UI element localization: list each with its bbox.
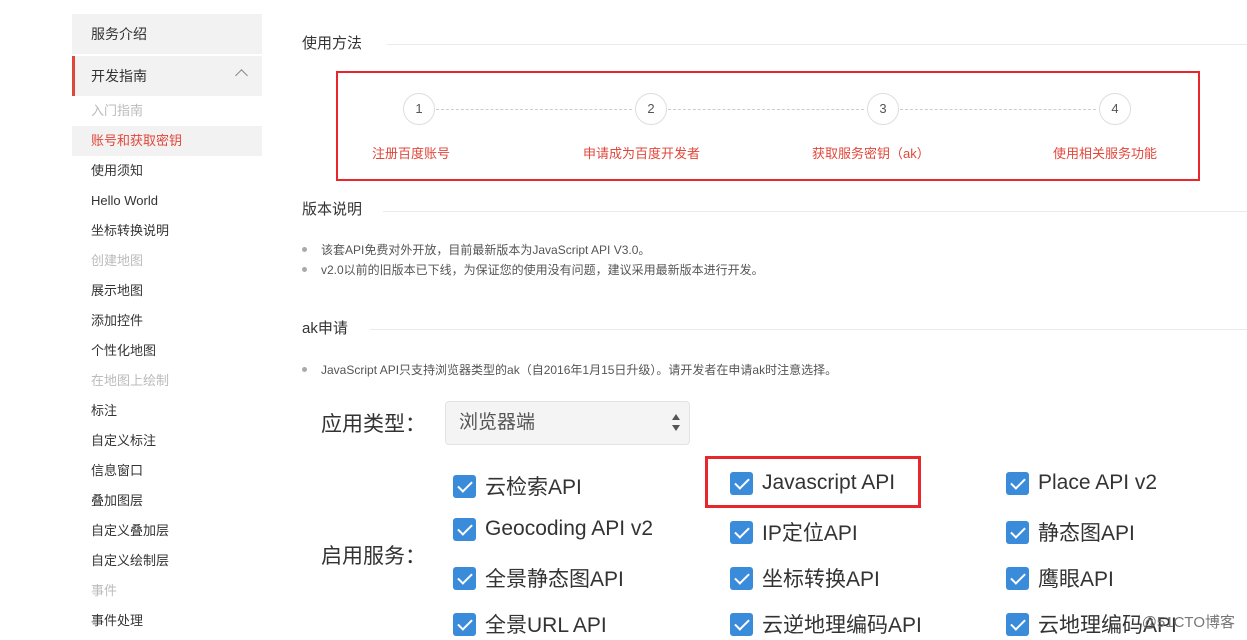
- bullet-text: v2.0以前的旧版本已下线，为保证您的使用没有问题，建议采用最新版本进行开发。: [321, 263, 764, 277]
- bullet-dot: [302, 267, 307, 273]
- service-label: 全景静态图API: [485, 568, 624, 591]
- checkbox-checked-icon[interactable]: [453, 517, 476, 541]
- step-connector: [900, 109, 1096, 110]
- sidebar-group-heading: 创建地图: [91, 253, 144, 268]
- step-number-3: 3: [867, 93, 899, 125]
- sidebar-item[interactable]: 账号和获取密钥: [72, 126, 262, 156]
- checkbox-checked-icon[interactable]: [730, 612, 753, 636]
- sidebar-section-label: 开发指南: [91, 68, 147, 84]
- step-number-4: 4: [1099, 93, 1131, 125]
- service-label: 静态图API: [1038, 522, 1135, 545]
- section-divider: [387, 44, 1247, 45]
- step-link-become-developer[interactable]: 申请成为百度开发者: [583, 143, 700, 162]
- sidebar-item[interactable]: 坐标转换说明: [72, 216, 262, 246]
- service-label: 坐标转换API: [762, 568, 880, 591]
- sidebar-item[interactable]: 标注: [72, 396, 262, 426]
- service-checkbox-item[interactable]: Geocoding API v2: [453, 517, 653, 543]
- service-label: 云逆地理编码API: [762, 614, 922, 637]
- section-title-ak: ak申请: [302, 320, 348, 337]
- checkbox-checked-icon[interactable]: [1006, 520, 1029, 544]
- checkbox-checked-icon[interactable]: [730, 566, 753, 590]
- section-title-version: 版本说明: [302, 201, 363, 218]
- bullet-dot: [302, 247, 307, 253]
- select-arrows-icon: [671, 414, 681, 434]
- sidebar-section-service-intro[interactable]: 服务介绍: [72, 14, 262, 54]
- checkbox-checked-icon[interactable]: [453, 474, 476, 498]
- section-title-usage: 使用方法: [302, 35, 363, 52]
- checkbox-checked-icon[interactable]: [1006, 471, 1029, 495]
- service-checkbox-item[interactable]: 静态图API: [1006, 517, 1135, 545]
- service-checkbox-item[interactable]: Place API v2: [1006, 471, 1157, 497]
- service-checkbox-item[interactable]: IP定位API: [730, 517, 858, 545]
- version-bullet: 该套API免费对外开放，目前最新版本为JavaScript API V3.0。: [302, 241, 650, 258]
- bullet-text: JavaScript API只支持浏览器类型的ak（自2016年1月15日升级）…: [321, 363, 838, 377]
- sidebar-item[interactable]: 叠加图层: [72, 486, 262, 516]
- sidebar-item[interactable]: 使用须知: [72, 156, 262, 186]
- sidebar-group-heading: 入门指南: [91, 103, 144, 118]
- sidebar-item[interactable]: 信息窗口: [72, 456, 262, 486]
- checkbox-checked-icon[interactable]: [453, 566, 476, 590]
- bullet-dot: [302, 367, 307, 373]
- bullet-text: 该套API免费对外开放，目前最新版本为JavaScript API V3.0。: [321, 243, 651, 257]
- app-type-select[interactable]: 浏览器端: [445, 401, 690, 445]
- services-label: 启用服务：: [321, 545, 426, 568]
- service-checkbox-item[interactable]: 云检索API: [453, 471, 582, 499]
- service-label: 鹰眼API: [1038, 568, 1114, 591]
- step-number-2: 2: [635, 93, 667, 125]
- highlight-box-javascript-api: [705, 456, 921, 508]
- app-type-label: 应用类型：: [321, 413, 426, 436]
- watermark: @51CTO博客: [1141, 614, 1235, 631]
- ak-bullet: JavaScript API只支持浏览器类型的ak（自2016年1月15日升级）…: [302, 361, 837, 378]
- sidebar-item[interactable]: 个性化地图: [72, 336, 262, 366]
- sidebar-item[interactable]: 事件处理: [72, 606, 262, 636]
- sidebar-item[interactable]: 展示地图: [72, 276, 262, 306]
- service-checkbox-item[interactable]: 坐标转换API: [730, 563, 880, 591]
- sidebar-item[interactable]: 自定义叠加层: [72, 516, 262, 546]
- step-connector: [668, 109, 864, 110]
- sidebar-nav: 服务介绍 开发指南 入门指南账号和获取密钥 使用须知 Hello World 坐标转换…: [72, 14, 262, 636]
- sidebar-section-dev-guide[interactable]: 开发指南: [72, 56, 262, 96]
- service-label: 云检索API: [485, 476, 582, 499]
- service-checkbox-item[interactable]: 全景URL API: [453, 609, 607, 637]
- version-bullet: v2.0以前的旧版本已下线，为保证您的使用没有问题，建议采用最新版本进行开发。: [302, 261, 764, 278]
- app-type-selected-value: 浏览器端: [459, 412, 536, 433]
- checkbox-checked-icon[interactable]: [730, 520, 753, 544]
- sidebar-items: 入门指南账号和获取密钥 使用须知 Hello World 坐标转换说明创建地图展示地图…: [72, 96, 262, 636]
- service-label: IP定位API: [762, 522, 858, 545]
- chevron-up-icon[interactable]: [235, 69, 248, 82]
- section-divider: [370, 329, 1247, 330]
- checkbox-checked-icon[interactable]: [453, 612, 476, 636]
- sidebar-item[interactable]: 自定义标注: [72, 426, 262, 456]
- sidebar-section-label: 服务介绍: [91, 26, 147, 42]
- sidebar-item[interactable]: 自定义绘制层: [72, 546, 262, 576]
- service-label: 全景URL API: [485, 614, 607, 637]
- sidebar-item[interactable]: 添加控件: [72, 306, 262, 336]
- section-divider: [383, 211, 1247, 212]
- sidebar-item[interactable]: Hello World: [72, 186, 262, 216]
- step-link-register[interactable]: 注册百度账号: [372, 143, 450, 162]
- service-label: Place API v2: [1038, 471, 1158, 494]
- sidebar-group-heading: 在地图上绘制: [91, 373, 170, 388]
- steps-highlight-box: 1 2 3 4 注册百度账号 申请成为百度开发者 获取服务密钥（ak） 使用相关…: [336, 71, 1200, 181]
- step-link-use-services[interactable]: 使用相关服务功能: [1053, 143, 1157, 162]
- service-checkbox-item[interactable]: 全景静态图API: [453, 563, 624, 591]
- step-connector: [436, 109, 632, 110]
- service-label: Geocoding API v2: [485, 517, 654, 540]
- service-checkbox-item[interactable]: 鹰眼API: [1006, 563, 1114, 591]
- sidebar-group-heading: 事件: [91, 583, 118, 598]
- checkbox-checked-icon[interactable]: [1006, 566, 1029, 590]
- step-link-get-ak[interactable]: 获取服务密钥（ak）: [812, 143, 930, 162]
- checkbox-checked-icon[interactable]: [1006, 612, 1029, 636]
- step-number-1: 1: [403, 93, 435, 125]
- service-checkbox-item[interactable]: 云逆地理编码API: [730, 609, 922, 637]
